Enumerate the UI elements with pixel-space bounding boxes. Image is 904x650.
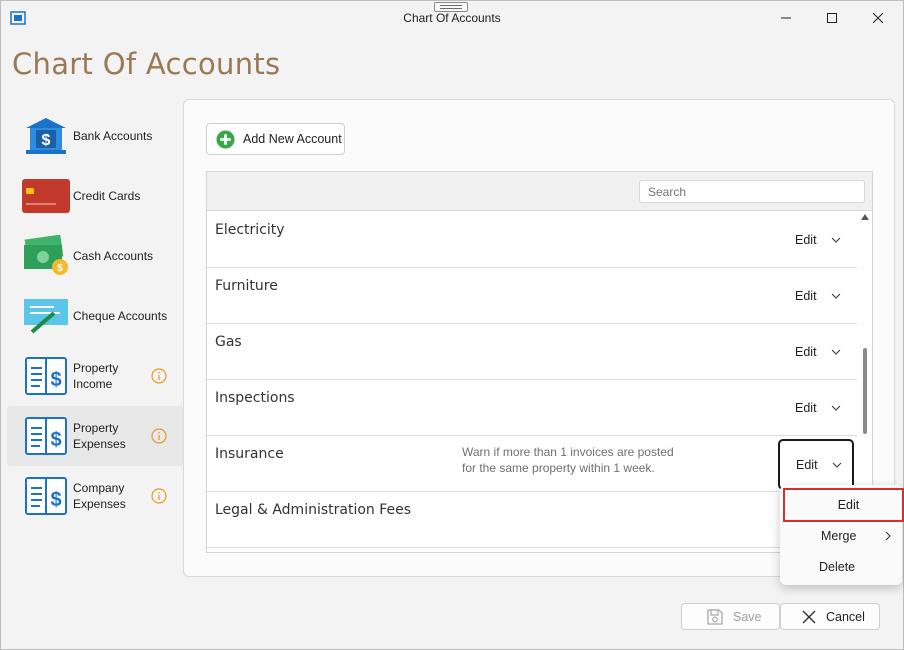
edit-label: Edit	[795, 401, 817, 415]
add-new-account-label: Add New Account	[243, 132, 342, 146]
svg-text:$: $	[50, 369, 61, 391]
menu-item-delete[interactable]: Delete	[780, 552, 902, 582]
sidebar-item-property-expenses[interactable]: $ Property Expenses	[7, 406, 183, 466]
edit-dropdown-button[interactable]: Edit	[785, 396, 849, 420]
chevron-down-icon	[832, 462, 841, 468]
edit-context-menu: Edit Merge Delete	[780, 485, 904, 585]
chevron-down-icon	[831, 349, 840, 355]
sidebar-item-label: Property Income	[73, 361, 119, 391]
account-name: Furniture	[215, 278, 278, 294]
menu-item-label: Merge	[821, 529, 857, 543]
svg-text:$: $	[42, 132, 51, 149]
app-window: Chart Of Accounts Chart Of Accounts $ Ba…	[0, 0, 904, 650]
svg-text:$: $	[50, 489, 61, 511]
table-row[interactable]: Insurance Warn if more than 1 invoices a…	[207, 436, 857, 492]
sidebar-item-label: Company Expenses	[73, 481, 126, 511]
maximize-button[interactable]	[809, 1, 855, 35]
table-row[interactable]: Furniture Edit	[207, 268, 857, 324]
edit-dropdown-button[interactable]: Edit	[785, 284, 849, 308]
edit-dropdown-button[interactable]: Edit	[785, 228, 849, 252]
info-icon[interactable]	[151, 428, 167, 444]
chevron-down-icon	[831, 293, 840, 299]
ledger-dollar-icon: $	[21, 354, 71, 398]
sidebar-item-cheque-accounts[interactable]: Cheque Accounts	[7, 286, 183, 346]
cancel-button[interactable]: Cancel	[780, 603, 880, 630]
plus-circle-icon	[216, 129, 235, 149]
scroll-thumb[interactable]	[863, 348, 867, 434]
table-row[interactable]: Gas Edit	[207, 324, 857, 380]
account-warning-note: Warn if more than 1 invoices are posted …	[462, 445, 674, 475]
chevron-down-icon	[831, 237, 840, 243]
maximize-icon	[827, 13, 837, 23]
sidebar-item-company-expenses[interactable]: $ Company Expenses	[7, 466, 183, 526]
sidebar-item-cash-accounts[interactable]: $ Cash Accounts	[7, 226, 183, 286]
cancel-label: Cancel	[826, 609, 865, 624]
edit-label: Edit	[795, 345, 817, 359]
sidebar-item-credit-cards[interactable]: Credit Cards	[7, 166, 183, 226]
table-row[interactable]: Legal & Administration Fees	[207, 492, 857, 548]
menu-item-label: Delete	[819, 560, 856, 574]
add-new-account-button[interactable]: Add New Account	[206, 123, 345, 155]
edit-dropdown-button[interactable]: Edit	[785, 340, 849, 364]
close-icon	[873, 13, 883, 23]
edit-label: Edit	[795, 289, 817, 303]
edit-dropdown-button[interactable]: Edit	[778, 439, 854, 490]
edit-label: Edit	[795, 233, 817, 247]
save-icon	[707, 608, 723, 625]
svg-text:$: $	[50, 429, 61, 451]
ledger-dollar-icon: $	[21, 414, 71, 458]
sidebar-item-property-income[interactable]: $ Property Income	[7, 346, 183, 406]
sidebar: $ Bank Accounts Credit Cards $ Cash Acco…	[7, 106, 183, 526]
chevron-down-icon	[831, 405, 840, 411]
sidebar-item-label: Property Expenses	[73, 421, 126, 451]
account-rows: Electricity Edit Furniture Edit Gas Edit…	[207, 212, 857, 552]
menu-item-label: Edit	[837, 498, 860, 512]
search-input[interactable]	[639, 180, 865, 203]
table-row[interactable]: Electricity Edit	[207, 212, 857, 268]
chevron-right-icon	[885, 531, 891, 541]
title-bar[interactable]: Chart Of Accounts	[1, 1, 903, 35]
info-icon[interactable]	[151, 368, 167, 384]
save-label: Save	[733, 609, 762, 624]
close-button[interactable]	[855, 1, 901, 35]
save-button[interactable]: Save	[681, 603, 780, 630]
account-name: Inspections	[215, 390, 295, 406]
sidebar-item-label: Credit Cards	[73, 189, 141, 203]
grid-header	[207, 172, 872, 211]
account-name: Insurance	[215, 446, 284, 462]
ledger-dollar-icon: $	[21, 474, 71, 518]
minimize-button[interactable]	[763, 1, 809, 35]
close-icon	[802, 610, 816, 623]
menu-item-edit[interactable]: Edit	[783, 488, 904, 522]
account-name: Electricity	[215, 222, 285, 238]
cheque-icon	[21, 294, 71, 338]
sidebar-item-label: Cash Accounts	[73, 249, 154, 263]
account-name: Legal & Administration Fees	[215, 502, 412, 518]
scroll-up-arrow-icon[interactable]	[861, 214, 869, 220]
bank-icon: $	[21, 114, 71, 158]
sidebar-item-label: Bank Accounts	[73, 129, 153, 143]
sidebar-item-bank-accounts[interactable]: $ Bank Accounts	[7, 106, 183, 166]
accounts-grid: Electricity Edit Furniture Edit Gas	[206, 171, 873, 553]
edit-label: Edit	[796, 457, 818, 472]
table-row[interactable]: Inspections Edit	[207, 380, 857, 436]
menu-item-merge[interactable]: Merge	[780, 521, 902, 551]
cash-icon: $	[21, 234, 71, 278]
svg-text:$: $	[57, 263, 63, 274]
page-title: Chart Of Accounts	[12, 47, 281, 81]
minimize-icon	[781, 17, 791, 19]
credit-card-icon	[21, 174, 71, 218]
account-name: Gas	[215, 334, 242, 350]
sidebar-item-label: Cheque Accounts	[73, 309, 168, 323]
info-icon[interactable]	[151, 488, 167, 504]
